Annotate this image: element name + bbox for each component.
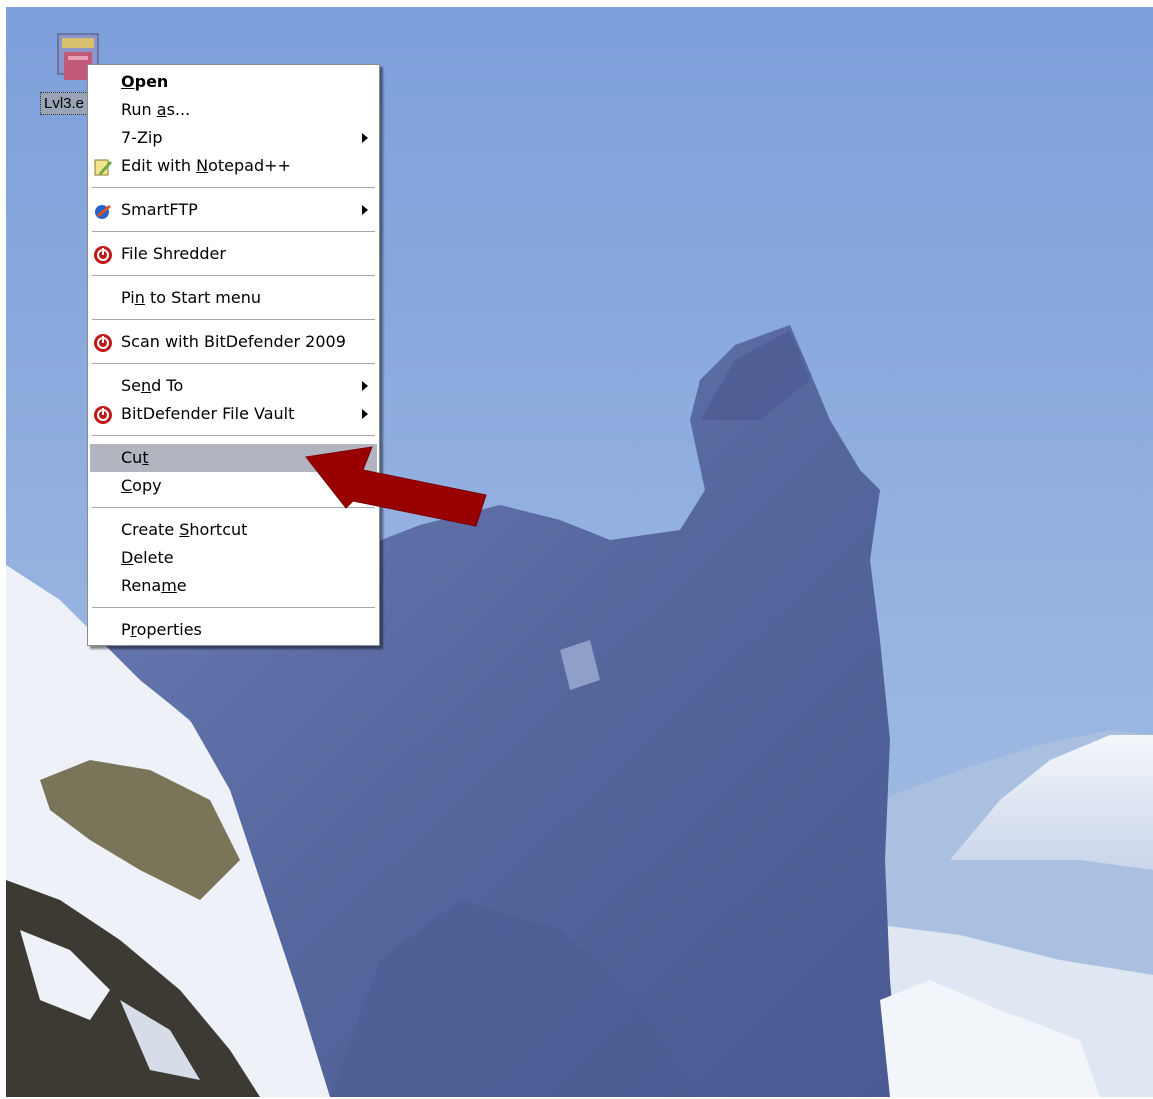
menu-item-properties[interactable]: Properties — [90, 616, 377, 644]
menu-item-file-shredder[interactable]: File Shredder — [90, 240, 377, 268]
menu-item-label: SmartFTP — [121, 200, 198, 219]
menu-separator — [92, 187, 375, 189]
submenu-arrow-icon — [362, 381, 368, 391]
menu-item-label: Run as... — [121, 100, 191, 119]
smartftp-icon — [95, 205, 111, 219]
menu-item-label: File Shredder — [121, 244, 226, 263]
menu-item-label: Pin to Start menu — [121, 288, 262, 307]
menu-item-pin-to-start-menu[interactable]: Pin to Start menu — [90, 284, 377, 312]
menu-item-rename[interactable]: Rename — [90, 572, 377, 600]
access-key: n — [141, 376, 152, 395]
access-key: m — [161, 576, 177, 595]
menu-separator — [92, 319, 375, 321]
submenu-arrow-icon — [362, 133, 368, 143]
access-key: S — [179, 520, 190, 539]
menu-item-run-as[interactable]: Run as... — [90, 96, 377, 124]
menu-item-label: 7-Zip — [121, 128, 163, 147]
menu-item-label: Delete — [121, 548, 174, 567]
menu-item-create-shortcut[interactable]: Create Shortcut — [90, 516, 377, 544]
submenu-arrow-icon — [362, 409, 368, 419]
menu-item-label: Open — [121, 72, 169, 91]
bitdefender-icon — [94, 334, 112, 352]
menu-item-label: Scan with BitDefender 2009 — [121, 332, 346, 351]
context-menu: Open Run as... 7-Zip Edit with Notepad++ Sma… — [87, 64, 380, 646]
access-key: a — [156, 100, 167, 119]
menu-item-label: Create Shortcut — [121, 520, 248, 539]
desktop: Lvl3.e Open Run as... 7-Zip Edit with Notep… — [0, 0, 1153, 1099]
access-key: n — [134, 288, 145, 307]
menu-item-cut[interactable]: Cut — [90, 444, 377, 472]
menu-separator — [92, 507, 375, 509]
menu-separator — [92, 231, 375, 233]
notepad-plus-plus-icon — [94, 159, 112, 176]
menu-item-edit-with-notepad[interactable]: Edit with Notepad++ — [90, 152, 377, 180]
access-key: C — [121, 476, 133, 495]
menu-item-label: Rename — [121, 576, 187, 595]
menu-item-7-zip[interactable]: 7-Zip — [90, 124, 377, 152]
menu-item-label: Cut — [121, 448, 149, 467]
menu-item-label: Copy — [121, 476, 162, 495]
menu-item-open[interactable]: Open — [90, 68, 377, 96]
submenu-arrow-icon — [362, 205, 368, 215]
menu-item-smartftp[interactable]: SmartFTP — [90, 196, 377, 224]
bitdefender-icon — [94, 406, 112, 424]
menu-item-send-to[interactable]: Send To — [90, 372, 377, 400]
menu-item-delete[interactable]: Delete — [90, 544, 377, 572]
menu-item-label: Edit with Notepad++ — [121, 156, 291, 175]
access-key: N — [196, 156, 209, 175]
menu-separator — [92, 363, 375, 365]
menu-separator — [92, 275, 375, 277]
menu-item-label: Send To — [121, 376, 184, 395]
menu-separator — [92, 607, 375, 609]
menu-item-copy[interactable]: Copy — [90, 472, 377, 500]
bitdefender-icon — [94, 246, 112, 264]
access-key: D — [121, 548, 134, 567]
menu-item-scan-with-bitdefender-2009[interactable]: Scan with BitDefender 2009 — [90, 328, 377, 356]
menu-item-label: BitDefender File Vault — [121, 404, 295, 423]
menu-item-label: Properties — [121, 620, 202, 639]
menu-separator — [92, 435, 375, 437]
access-key: O — [121, 72, 135, 91]
menu-item-bitdefender-file-vault[interactable]: BitDefender File Vault — [90, 400, 377, 428]
access-key: t — [142, 448, 149, 467]
